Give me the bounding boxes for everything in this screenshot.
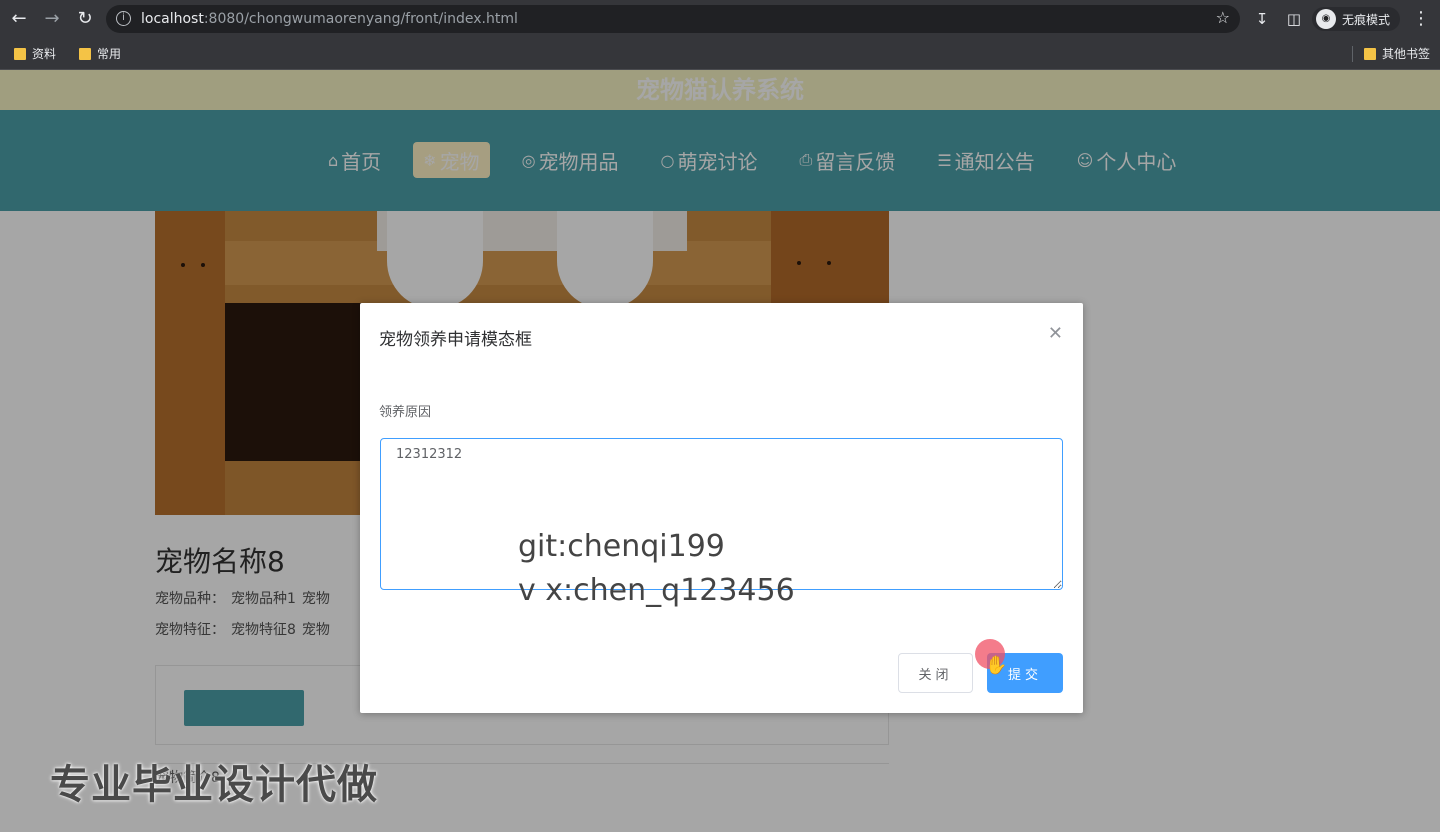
close-icon[interactable]: ✕ — [1048, 325, 1063, 343]
contact-watermark: git:chenqi199 v x:chen_q123456 — [518, 529, 795, 608]
folder-icon — [14, 47, 26, 60]
promo-watermark: 专业毕业设计代做 — [50, 762, 378, 808]
download-icon[interactable]: ↧ — [1251, 8, 1273, 30]
bookmark-separator — [1352, 46, 1353, 62]
incognito-indicator[interactable]: ◉ 无痕模式 — [1312, 7, 1401, 31]
folder-icon — [79, 47, 91, 60]
browser-toolbar: ← → ↻ i localhost:8080/chongwumaorenyang… — [0, 0, 1440, 38]
info-icon[interactable]: i — [116, 11, 131, 26]
hand-cursor-icon: ✋ — [985, 655, 1008, 676]
address-bar[interactable]: i localhost:8080/chongwumaorenyang/front… — [106, 5, 1240, 33]
bookmark-folder[interactable]: 常用 — [79, 45, 121, 62]
incognito-label: 无痕模式 — [1342, 12, 1391, 27]
bookmark-star-icon[interactable]: ☆ — [1216, 8, 1230, 27]
other-bookmarks[interactable]: 其他书签 — [1364, 45, 1430, 62]
back-arrow-icon[interactable]: ← — [8, 8, 30, 30]
folder-icon — [1364, 47, 1376, 60]
page: 宠物猫认养系统 ⌂ 首页 ❄ 宠物 ◎ 宠物用品 ○ 萌宠讨论 ⎙ 留言反馈 ☰… — [0, 70, 1440, 832]
bookmark-folder[interactable]: 资料 — [14, 45, 56, 62]
close-button[interactable]: 关闭 — [898, 653, 973, 693]
adoption-modal: 宠物领养申请模态框 ✕ 领养原因 12312312 关闭 提交 ✋ — [360, 303, 1083, 713]
forward-arrow-icon[interactable]: → — [41, 8, 63, 30]
url-text[interactable]: localhost:8080/chongwumaorenyang/front/i… — [141, 10, 518, 28]
modal-title: 宠物领养申请模态框 — [379, 330, 532, 350]
reload-icon[interactable]: ↻ — [74, 8, 96, 30]
browser-menu-icon[interactable]: ⋮ — [1412, 8, 1430, 30]
incognito-icon: ◉ — [1316, 9, 1336, 29]
bookmarks-bar: 资料 常用 其他书签 — [0, 38, 1440, 70]
side-panel-icon[interactable]: ◫ — [1283, 8, 1305, 30]
reason-label: 领养原因 — [379, 405, 432, 420]
